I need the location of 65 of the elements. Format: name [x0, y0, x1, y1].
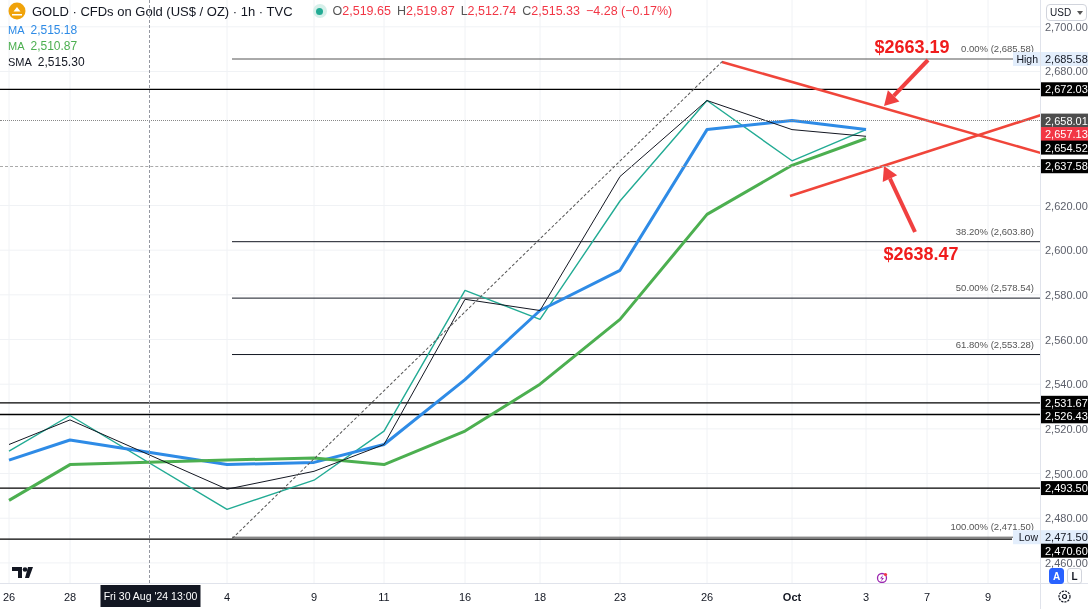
price-axis-marker: 2,493.50 — [1041, 481, 1088, 496]
price-extreme-tag: Low — [1013, 530, 1040, 545]
price-axis-label: 2,560.00 — [1045, 333, 1088, 346]
fibonacci-level-label: 0.00% (2,685.58) — [961, 43, 1034, 54]
scale-mode-button[interactable]: L — [1067, 568, 1082, 584]
price-axis-marker: 2,657.13 — [1041, 127, 1088, 142]
time-axis-label: 11 — [378, 591, 390, 603]
trend-line[interactable] — [789, 113, 1040, 198]
time-axis-label: 28 — [63, 591, 77, 603]
price-axis-label: 2,540.00 — [1045, 378, 1088, 391]
price-axis-label: 2,680.00 — [1045, 65, 1088, 78]
price-change: −4.28 (−0.17%) — [586, 4, 673, 18]
tradingview-logo-icon[interactable] — [12, 567, 33, 578]
ohlc-value: L2,512.74 — [460, 4, 517, 18]
fibonacci-level-label: 61.80% (2,553.28) — [955, 338, 1034, 350]
ohlc-value: H2,519.87 — [396, 4, 455, 18]
price-axis-marker: 2,672.03 — [1041, 82, 1088, 97]
indicator-value: 2,510.87 — [30, 39, 78, 53]
price-axis-label: 2,480.00 — [1045, 512, 1088, 525]
price-axis-marker: 2,531.67 — [1041, 395, 1088, 410]
currency-dropdown[interactable]: USD — [1046, 4, 1088, 21]
time-axis-label: 18 — [533, 591, 547, 603]
time-axis-label: 16 — [458, 591, 472, 603]
caret-icon — [1077, 10, 1084, 15]
time-axis-label: 9 — [984, 591, 992, 603]
price-axis-label: 2,500.00 — [1045, 467, 1088, 480]
callout-label: $2638.47 — [883, 244, 959, 264]
price-axis-marker: 2,526.43 — [1041, 409, 1088, 424]
callout-label: $2663.19 — [874, 37, 950, 57]
indicator-name[interactable]: SMA — [8, 56, 32, 68]
ohlc-value: C2,515.33 — [522, 4, 580, 18]
time-axis-label: Oct — [782, 591, 802, 603]
price-axis-label: 2,620.00 — [1045, 199, 1088, 212]
fibonacci-level-label: 50.00% (2,578.54) — [955, 282, 1034, 294]
time-axis-label: 4 — [223, 591, 231, 603]
time-axis-label: 23 — [613, 591, 627, 603]
callout-arrow — [882, 166, 917, 233]
time-axis-label: 7 — [923, 591, 931, 603]
scale-mode-button[interactable]: A — [1049, 568, 1064, 584]
settings-icon[interactable] — [1058, 590, 1071, 603]
price-axis-label: 2,580.00 — [1045, 288, 1088, 301]
lightning-icon[interactable] — [876, 572, 888, 583]
ohlc-value: O2,519.65 — [332, 4, 391, 18]
symbol-title[interactable]: GOLD · CFDs on Gold (US$ / OZ) · 1h · TVC — [32, 3, 293, 19]
price-extreme-tag: High — [1013, 52, 1040, 66]
price-axis-marker: 2,471.50 — [1041, 530, 1088, 545]
price-axis-label: 2,520.00 — [1045, 422, 1088, 435]
time-axis-label: 26 — [700, 591, 714, 603]
price-axis-marker: 2,685.58 — [1041, 52, 1088, 66]
time-axis-label: 3 — [862, 591, 870, 603]
price-axis-label: 2,460.00 — [1045, 556, 1088, 569]
price-axis-marker: 2,658.01 — [1041, 113, 1088, 128]
callout-arrow — [884, 58, 930, 106]
crosshair-time-label: Fri 30 Aug '24 13:00 — [100, 585, 201, 607]
price-axis-label: 2,600.00 — [1045, 244, 1088, 257]
time-axis-label: 9 — [310, 591, 318, 603]
fibonacci-level-label: 38.20% (2,603.80) — [955, 225, 1034, 237]
price-axis-label: 2,700.00 — [1045, 20, 1088, 33]
indicator-value: 2,515.30 — [37, 55, 85, 69]
indicator-value: 2,515.18 — [30, 23, 78, 37]
time-axis-label: 26 — [2, 591, 16, 603]
fibonacci-level-label: 100.00% (2,471.50) — [950, 521, 1034, 533]
price-axis-marker: 2,637.58 — [1041, 159, 1088, 174]
symbol-logo-icon — [8, 2, 26, 20]
indicator-name[interactable]: MA — [8, 24, 25, 36]
